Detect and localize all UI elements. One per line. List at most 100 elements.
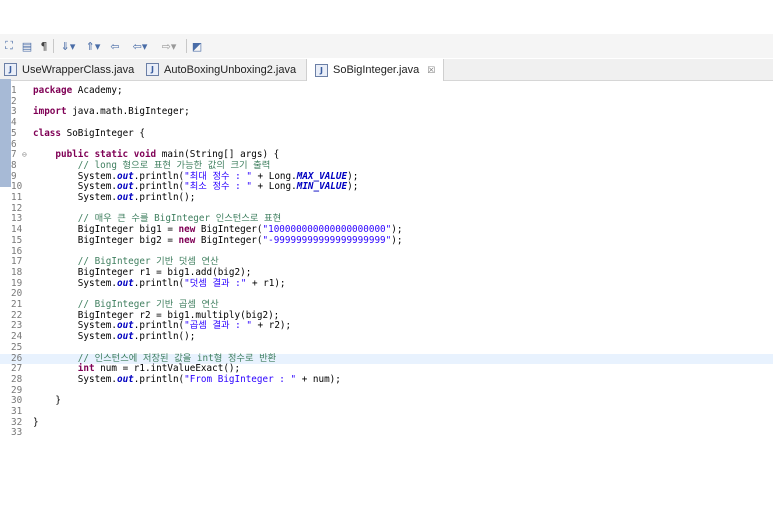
- code-token: .println(: [133, 373, 185, 385]
- code-line[interactable]: 27 int num = r1.intValueExact();: [0, 364, 773, 374]
- code-line[interactable]: 11 System.out.println();: [0, 193, 773, 203]
- close-tab-icon[interactable]: ☒: [427, 65, 435, 76]
- code-token: out: [116, 170, 134, 182]
- code-text: // BigInteger 기반 곱셈 연산: [33, 300, 219, 310]
- line-number: 33: [11, 427, 23, 439]
- code-line[interactable]: 23 System.out.println("곱셈 결과 : " + r2);: [0, 321, 773, 331]
- code-line[interactable]: 18 BigInteger r1 = big1.add(big2);: [0, 266, 773, 278]
- code-line[interactable]: 17 // BigInteger 기반 덧셈 연산: [0, 257, 773, 267]
- code-line[interactable]: 33: [0, 428, 773, 438]
- code-text: System.out.println("덧셈 결과 :" + r1);: [33, 277, 286, 289]
- code-line[interactable]: 28 System.out.println("From BigInteger :…: [0, 373, 773, 385]
- fold-collapse-icon[interactable]: ⊖: [22, 150, 27, 160]
- code-line[interactable]: 14 BigInteger big1 = new BigInteger("100…: [0, 225, 773, 235]
- tab-sobiginteger[interactable]: J SoBigInteger.java ☒: [306, 59, 445, 81]
- code-token: package: [33, 85, 73, 96]
- pilcrow-icon[interactable]: ¶: [38, 38, 50, 54]
- code-token: System.: [33, 373, 117, 385]
- code-token: + r2);: [251, 320, 292, 332]
- code-token: }: [33, 416, 39, 428]
- line-number: 8: [11, 159, 17, 171]
- code-text: System.out.println();: [33, 331, 196, 343]
- line-number: 23: [11, 320, 23, 332]
- perspective-icon[interactable]: ⛶: [2, 38, 16, 54]
- code-token: new: [178, 224, 196, 236]
- next-annotation-icon[interactable]: ⇓▾: [57, 38, 79, 54]
- code-token: System.: [33, 331, 117, 343]
- java-file-icon: J: [4, 63, 17, 76]
- code-token: System.: [33, 320, 117, 332]
- forward-icon[interactable]: ⇨▾: [156, 38, 182, 54]
- line-number: 27: [11, 363, 23, 375]
- code-line[interactable]: 24 System.out.println();: [0, 332, 773, 342]
- code-line[interactable]: 16: [0, 246, 773, 257]
- prev-annotation-icon[interactable]: ⇑▾: [82, 38, 104, 54]
- code-line[interactable]: 22 BigInteger r2 = big1.multiply(big2);: [0, 309, 773, 321]
- code-line[interactable]: 26 // 인스턴스에 저장된 값을 int형 정수로 반환: [0, 352, 773, 364]
- code-token: .println(: [133, 320, 185, 332]
- code-token: SoBigInteger {: [61, 127, 145, 139]
- code-token: MIN_VALUE: [296, 181, 348, 193]
- code-line[interactable]: 9 System.out.println("최대 정수 : " + Long.M…: [0, 170, 773, 182]
- code-line[interactable]: 4: [0, 118, 773, 128]
- code-token: public static void: [55, 149, 157, 161]
- line-number: 22: [11, 309, 23, 321]
- code-line[interactable]: 2: [0, 96, 773, 107]
- code-line[interactable]: 32}: [0, 416, 773, 428]
- code-line[interactable]: 21 // BigInteger 기반 곱셈 연산: [0, 300, 773, 310]
- code-line[interactable]: 8 // long 형으로 표현 가능한 값의 크기 출력: [0, 159, 773, 171]
- code-token: main(String[] args) {: [156, 149, 280, 161]
- tab-usewrapperclass[interactable]: J UseWrapperClass.java: [4, 59, 134, 80]
- java-file-icon: J: [315, 63, 328, 77]
- code-token: "-99999999999999999999": [262, 234, 392, 246]
- code-token: System.: [33, 170, 117, 182]
- code-line[interactable]: 10 System.out.println("최소 정수 : " + Long.…: [0, 182, 773, 192]
- code-text: // BigInteger 기반 덧셈 연산: [33, 257, 219, 267]
- code-line[interactable]: 25: [0, 341, 773, 353]
- code-token: out: [116, 277, 134, 289]
- code-line[interactable]: 30 }: [0, 396, 773, 406]
- code-token: "곱셈 결과 : ": [184, 320, 252, 332]
- code-line[interactable]: 6: [0, 139, 773, 150]
- code-token: + r1);: [246, 277, 286, 289]
- line-number: 10: [11, 181, 23, 193]
- code-line[interactable]: 15 BigInteger big2 = new BigInteger("-99…: [0, 234, 773, 246]
- code-text: }: [33, 396, 61, 406]
- line-number: 26: [11, 352, 23, 364]
- outline-icon[interactable]: ▤: [20, 38, 34, 54]
- code-line[interactable]: 5 class SoBigInteger {: [0, 127, 773, 139]
- code-token: BigInteger big2 =: [33, 234, 179, 246]
- open-task-icon[interactable]: ◩: [190, 38, 204, 54]
- code-token: num = r1.intValueExact();: [94, 363, 241, 375]
- code-text: BigInteger r2 = big1.multiply(big2);: [33, 310, 280, 321]
- code-line[interactable]: 12: [0, 203, 773, 214]
- back-edit-icon[interactable]: ⇦: [107, 38, 123, 54]
- line-number: 19: [11, 277, 23, 289]
- code-text: System.out.println("최소 정수 : " + Long.MIN…: [33, 181, 359, 193]
- line-number: 25: [11, 341, 23, 353]
- code-line[interactable]: 1 package Academy;: [0, 86, 773, 96]
- code-token: System.: [33, 181, 117, 193]
- code-token: );: [391, 234, 403, 246]
- code-text: BigInteger big2 = new BigInteger("-99999…: [33, 234, 403, 246]
- back-icon[interactable]: ⇦▾: [127, 38, 153, 54]
- code-line[interactable]: 19 System.out.println("덧셈 결과 :" + r1);: [0, 277, 773, 289]
- code-token: System.: [33, 192, 117, 203]
- code-line[interactable]: 3 import java.math.BigInteger;: [0, 107, 773, 117]
- code-line[interactable]: 13 // 매우 큰 수를 BigInteger 인스턴스로 표현: [0, 214, 773, 224]
- tab-autoboxingunboxing2[interactable]: J AutoBoxingUnboxing2.java: [146, 59, 296, 80]
- code-line[interactable]: 29: [0, 385, 773, 396]
- code-text: BigInteger r1 = big1.add(big2);: [33, 267, 252, 278]
- code-text: package Academy;: [33, 86, 123, 96]
- code-line[interactable]: 7 ⊖ public static void main(String[] args…: [0, 150, 773, 160]
- code-token: MAX_VALUE: [296, 170, 348, 182]
- line-number: 18: [11, 266, 23, 278]
- code-text: // 매우 큰 수를 BigInteger 인스턴스로 표현: [33, 214, 281, 224]
- line-number: 17: [11, 256, 23, 268]
- code-line[interactable]: 20: [0, 289, 773, 299]
- code-line[interactable]: 31: [0, 407, 773, 417]
- editor-toolbar: ⛶ ▤ ¶ ⇓▾ ⇑▾ ⇦ ⇦▾ ⇨▾ ◩: [0, 34, 773, 58]
- code-token: new: [178, 234, 196, 246]
- code-text: System.out.println("From BigInteger : " …: [33, 373, 341, 385]
- line-number: 5: [11, 127, 17, 139]
